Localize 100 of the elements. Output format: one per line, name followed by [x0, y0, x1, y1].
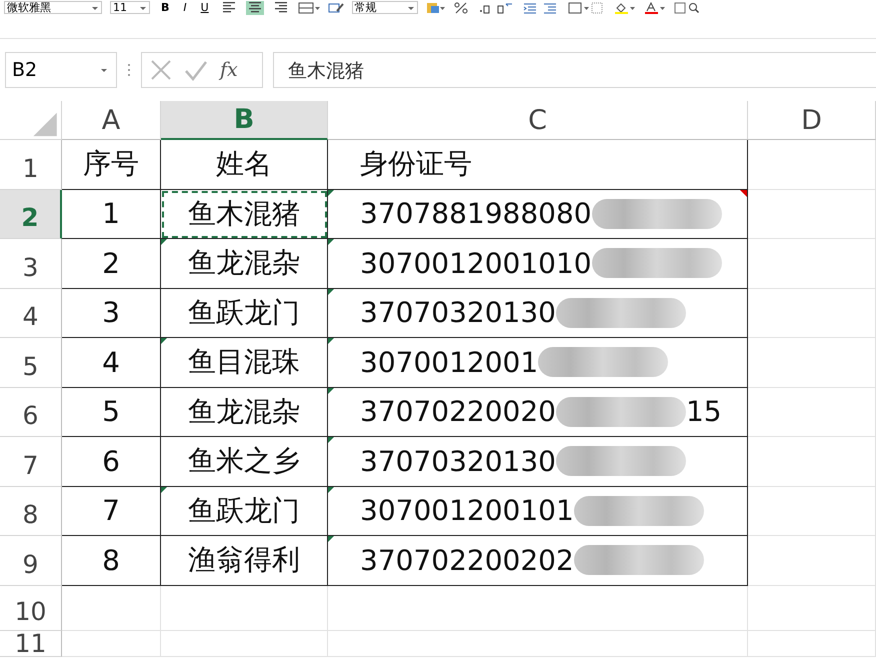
table-cell[interactable]: 307001200101: [328, 486, 748, 536]
table-cell[interactable]: 37070320130: [328, 288, 748, 338]
table-cell[interactable]: 3707881988080: [328, 190, 748, 239]
table-cell[interactable]: 4: [62, 338, 161, 388]
empty-cell[interactable]: [748, 437, 876, 486]
empty-cell[interactable]: [748, 338, 876, 388]
id-number: 37070320130: [360, 444, 556, 478]
font-size: 11: [113, 2, 127, 13]
cell-text: 序号: [83, 146, 139, 182]
row-header[interactable]: 3: [0, 239, 62, 288]
id-number-end: 15: [686, 395, 722, 428]
confirm-icon[interactable]: [184, 59, 208, 81]
number-format-dropdown[interactable]: 常规: [352, 1, 418, 14]
underline-button[interactable]: U: [198, 0, 212, 14]
row-header[interactable]: 5: [0, 338, 62, 388]
table-cell[interactable]: 7: [62, 486, 161, 536]
table-cell[interactable]: 渔翁得利: [161, 536, 328, 586]
table-cell[interactable]: 鱼米之乡: [161, 437, 328, 486]
row-header[interactable]: 2: [0, 190, 62, 239]
cell-text: 鱼龙混杂: [188, 394, 300, 430]
fill-color-icon[interactable]: [614, 2, 636, 14]
insert-function-button[interactable]: fx: [220, 59, 238, 81]
table-cell[interactable]: 3070012001: [328, 338, 748, 388]
table-cell[interactable]: 5: [62, 388, 161, 437]
name-box[interactable]: B2: [5, 52, 117, 88]
table-cell[interactable]: 序号: [62, 140, 161, 190]
cell-text: 5: [102, 395, 120, 428]
bold-button[interactable]: B: [158, 0, 172, 14]
empty-cell[interactable]: [748, 190, 876, 239]
decimal-icon[interactable]: [478, 2, 514, 14]
table-cell[interactable]: 6: [62, 437, 161, 486]
table-cell[interactable]: 鱼跃龙门: [161, 288, 328, 338]
row-header[interactable]: 4: [0, 288, 62, 338]
formula-input[interactable]: 鱼木混猪: [273, 52, 876, 88]
empty-cell[interactable]: [328, 586, 748, 630]
id-number: 37070220020: [360, 395, 556, 428]
row-header[interactable]: 8: [0, 486, 62, 536]
table-cell[interactable]: 鱼木混猪: [161, 190, 328, 239]
caret-icon: [100, 67, 108, 73]
id-number: 370702200202: [360, 544, 574, 577]
cell-text: 1: [102, 197, 120, 230]
percent-icon[interactable]: [454, 2, 470, 14]
table-cell[interactable]: 37070320130: [328, 437, 748, 486]
table-cell[interactable]: 身份证号: [328, 140, 748, 190]
font-color-icon[interactable]: [644, 2, 666, 14]
brush-icon[interactable]: [328, 2, 344, 14]
italic-button[interactable]: I: [180, 0, 190, 14]
empty-cell[interactable]: [748, 486, 876, 536]
table-cell[interactable]: 鱼跃龙门: [161, 486, 328, 536]
column-header[interactable]: A: [62, 101, 161, 140]
cell-text: 姓名: [216, 146, 272, 182]
empty-cell[interactable]: [748, 586, 876, 630]
empty-cell[interactable]: [748, 388, 876, 437]
cell-text: 鱼跃龙门: [188, 492, 300, 529]
column-header[interactable]: C: [328, 101, 748, 140]
caret-icon: [91, 4, 99, 10]
cancel-icon[interactable]: [150, 59, 172, 81]
table-cell[interactable]: 鱼龙混杂: [161, 239, 328, 288]
empty-cell[interactable]: [328, 630, 748, 656]
row-header[interactable]: 9: [0, 536, 62, 586]
cell-text: 鱼龙混杂: [188, 245, 300, 282]
row-header[interactable]: 10: [0, 586, 62, 630]
empty-cell[interactable]: [748, 239, 876, 288]
cell-reference: B2: [12, 59, 38, 81]
row-header[interactable]: 11: [0, 630, 62, 656]
column-header[interactable]: B: [161, 101, 328, 140]
empty-cell[interactable]: [748, 630, 876, 656]
font-size-dropdown[interactable]: 11: [110, 1, 150, 14]
merge-icon[interactable]: [298, 2, 320, 14]
table-cell[interactable]: 37070220020 15: [328, 388, 748, 437]
table-cell[interactable]: 鱼龙混杂: [161, 388, 328, 437]
table-cell[interactable]: 8: [62, 536, 161, 586]
font-dropdown[interactable]: 微软雅黑: [4, 1, 102, 14]
align-center-button[interactable]: [246, 0, 264, 14]
font-name: 微软雅黑: [7, 2, 51, 13]
empty-cell[interactable]: [748, 140, 876, 190]
row-header[interactable]: 6: [0, 388, 62, 437]
select-all-corner-icon[interactable]: [0, 101, 62, 140]
empty-cell[interactable]: [748, 536, 876, 586]
cell-text: 渔翁得利: [188, 542, 300, 578]
column-header[interactable]: D: [748, 101, 876, 140]
empty-cell[interactable]: [748, 288, 876, 338]
empty-cell[interactable]: [161, 630, 328, 656]
empty-cell[interactable]: [161, 586, 328, 630]
table-cell[interactable]: 鱼目混珠: [161, 338, 328, 388]
table-cell[interactable]: 370702200202: [328, 536, 748, 586]
table-cell[interactable]: 3070012001010: [328, 239, 748, 288]
table-cell[interactable]: 1: [62, 190, 161, 239]
table-cell[interactable]: 2: [62, 239, 161, 288]
table-cell[interactable]: 3: [62, 288, 161, 338]
table-style-icon[interactable]: [426, 2, 446, 14]
row-header[interactable]: 7: [0, 437, 62, 486]
caret-icon: [139, 4, 147, 10]
caret-icon: [406, 4, 415, 10]
cell-text: 鱼木混猪: [188, 196, 300, 232]
empty-cell[interactable]: [62, 586, 161, 630]
table-cell[interactable]: 姓名: [161, 140, 328, 190]
grip-icon: [127, 63, 131, 77]
empty-cell[interactable]: [62, 630, 161, 656]
align-icon: [248, 2, 261, 13]
